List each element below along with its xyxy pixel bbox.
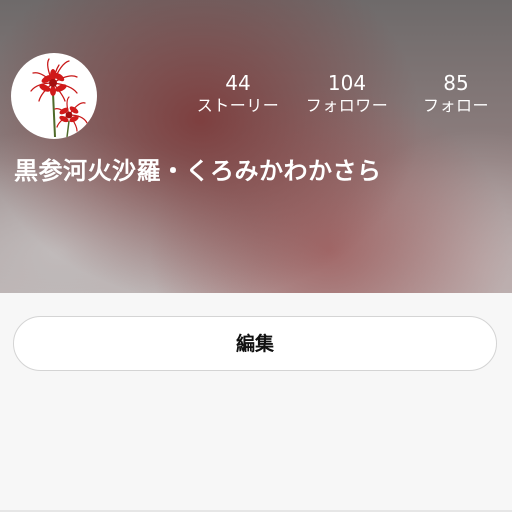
stat-label: フォロー [422, 96, 489, 115]
red-spider-lily-icon [30, 58, 88, 138]
display-name: 黒参河火沙羅・くろみかわかさら [14, 157, 382, 185]
profile-header: 44 ストーリー 104 フォロワー 85 フォロー 黒参河火沙羅・くろみかわか… [0, 0, 512, 293]
stat-count: 85 [443, 71, 469, 95]
stat-label: フォロワー [305, 96, 389, 115]
stat-count: 44 [225, 71, 251, 95]
stat-followers[interactable]: 104 フォロワー [292, 71, 402, 117]
stat-stories[interactable]: 44 ストーリー [183, 71, 293, 117]
stat-following[interactable]: 85 フォロー [401, 71, 511, 117]
stat-label: ストーリー [196, 96, 280, 115]
edit-profile-button[interactable]: 編集 [13, 316, 497, 371]
avatar[interactable] [11, 53, 97, 139]
stat-count: 104 [327, 71, 367, 95]
